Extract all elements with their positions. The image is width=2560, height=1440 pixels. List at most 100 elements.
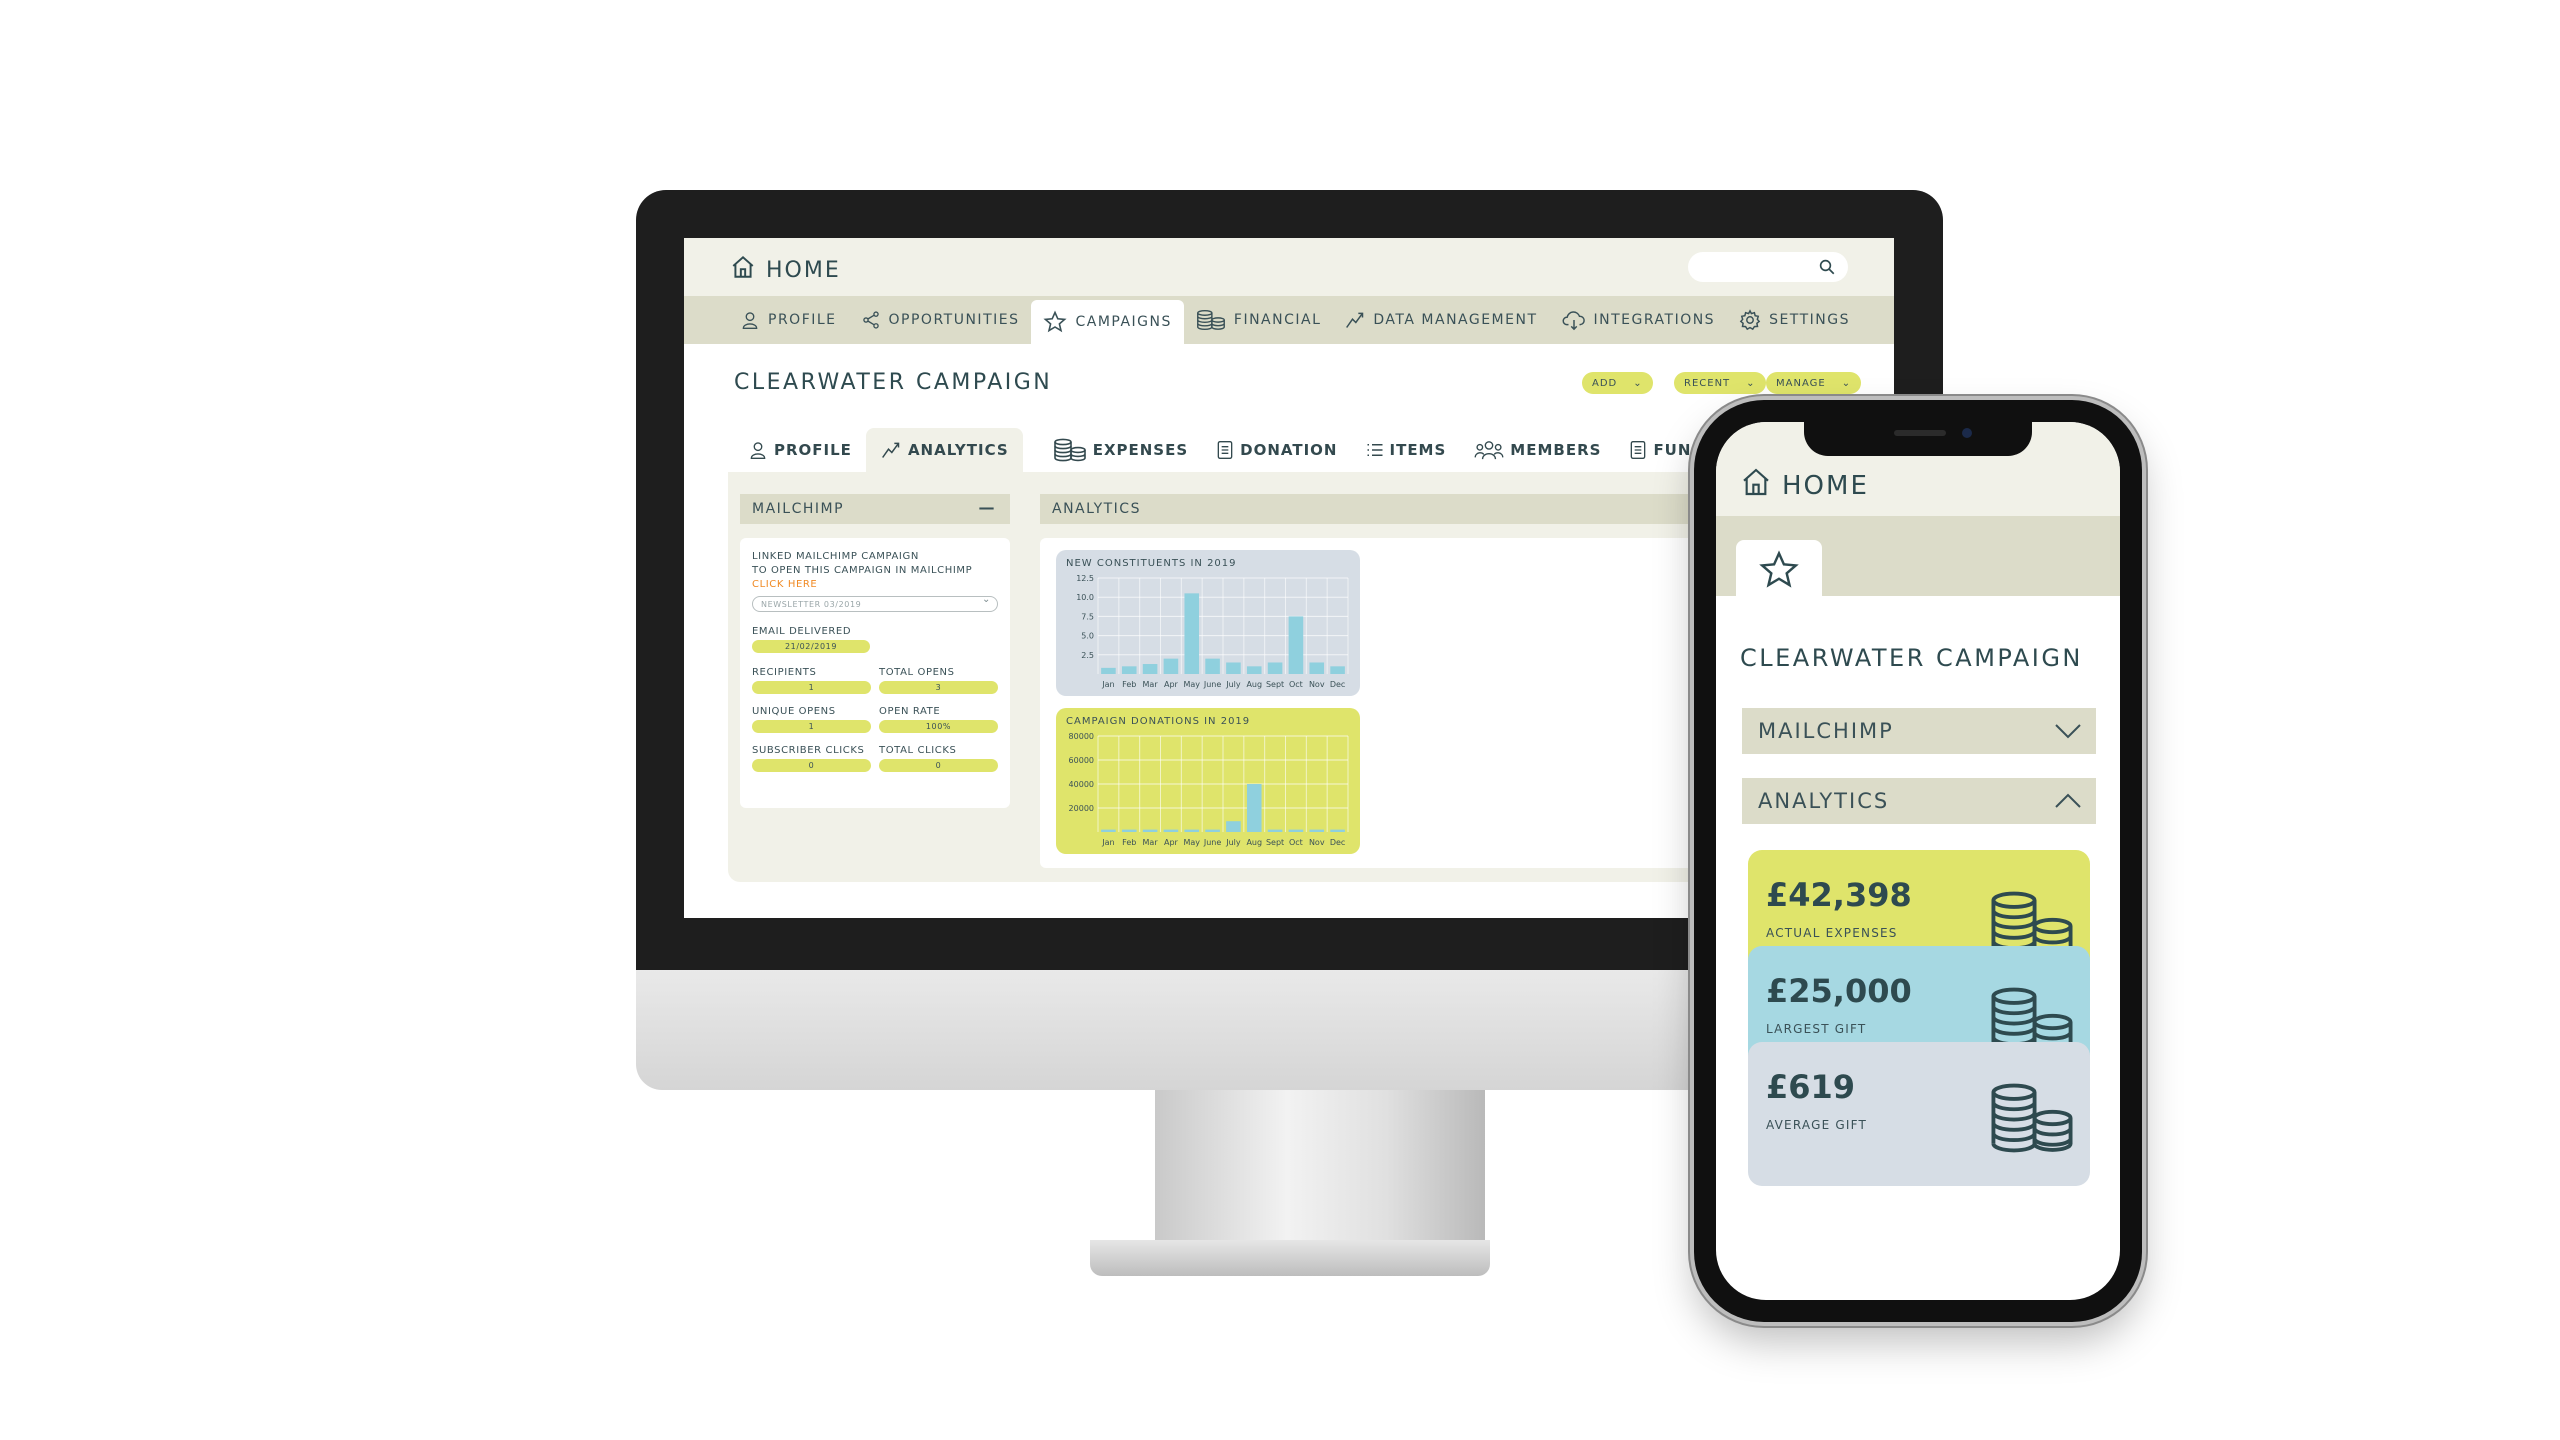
stat-open-rate: OPEN RATE 100% — [879, 696, 998, 733]
manage-dropdown[interactable]: MANAGE ⌄ — [1766, 372, 1862, 394]
tab-donation[interactable]: DONATION — [1202, 428, 1351, 472]
nav-integrations[interactable]: INTEGRATIONS — [1550, 296, 1728, 344]
stat-unique-opens: UNIQUE OPENS 1 — [752, 696, 871, 733]
trend-icon — [881, 442, 900, 458]
imac-device: HOME PROFILE OPPORTUNITIES CAMPAIGNS FIN… — [0, 0, 2560, 1440]
stat-value: 100% — [879, 720, 998, 733]
nav-profile[interactable]: PROFILE — [728, 296, 849, 344]
bar — [1288, 616, 1304, 674]
bar — [1163, 829, 1179, 832]
home-icon — [730, 254, 756, 286]
bar — [1330, 666, 1345, 674]
mobile-tab-campaigns[interactable] — [1736, 540, 1822, 600]
home-icon — [1740, 466, 1772, 505]
mobile-stat-card: £619 AVERAGE GIFT — [1748, 1042, 2090, 1186]
stat-label: TOTAL CLICKS — [879, 745, 957, 756]
coins-icon — [1991, 1083, 2073, 1153]
x-tick-label: Apr — [1164, 838, 1179, 847]
mailchimp-stats: RECIPIENTS 1 TOTAL OPENS 3 UNIQUE OPENS 1 O… — [752, 657, 998, 772]
bar — [1267, 829, 1283, 832]
x-tick-label: Nov — [1309, 838, 1325, 847]
y-tick-label: 10.0 — [1076, 593, 1094, 602]
collapse-icon[interactable]: — — [979, 498, 997, 517]
tab-profile[interactable]: PROFILE — [734, 428, 866, 472]
nav-data-management[interactable]: DATA MANAGEMENT — [1333, 296, 1549, 344]
mobile-accordion-mailchimp[interactable]: MAILCHIMP — [1742, 708, 2096, 754]
accordion-label: ANALYTICS — [1758, 789, 1890, 813]
x-tick-label: Nov — [1309, 680, 1325, 689]
chart-title: CAMPAIGN DONATIONS IN 2019 — [1066, 716, 1251, 727]
bar — [1267, 662, 1283, 674]
email-delivered-label: EMAIL DELIVERED — [752, 626, 852, 637]
bar — [1309, 662, 1325, 674]
home-link[interactable]: HOME — [730, 254, 841, 286]
nav-settings[interactable]: SETTINGS — [1727, 296, 1862, 344]
y-tick-label: 60000 — [1069, 756, 1094, 765]
x-tick-label: Jan — [1101, 838, 1114, 847]
chevron-up-icon — [2055, 793, 2081, 808]
list-icon — [1367, 444, 1382, 456]
campaign-select-value: NEWSLETTER 03/2019 — [761, 599, 862, 609]
click-here-link[interactable]: CLICK HERE — [752, 578, 998, 592]
stat-value: 0 — [752, 759, 871, 772]
y-tick-label: 5.0 — [1081, 632, 1094, 641]
campaign-donations-chart: CAMPAIGN DONATIONS IN 2019 80000 60000 400… — [1056, 708, 1360, 854]
desktop-header: HOME — [684, 238, 1894, 296]
search-input[interactable] — [1688, 252, 1848, 282]
x-tick-label: Oct — [1289, 680, 1303, 689]
nav-label: DATA MANAGEMENT — [1373, 312, 1538, 328]
nav-opportunities[interactable]: OPPORTUNITIES — [849, 296, 1032, 344]
stat-label: OPEN RATE — [879, 706, 941, 717]
bar — [1246, 666, 1262, 674]
x-tick-label: June — [1203, 838, 1222, 847]
tab-label: ITEMS — [1389, 441, 1447, 459]
mailchimp-panel-header[interactable]: MAILCHIMP — — [740, 494, 1010, 524]
x-tick-label: Mar — [1143, 680, 1159, 689]
recent-label: RECENT — [1684, 377, 1731, 389]
nav-label: CAMPAIGNS — [1075, 314, 1172, 330]
x-tick-label: Dec — [1330, 838, 1345, 847]
tab-members[interactable]: MEMBERS — [1460, 428, 1615, 472]
new-constituents-chart: NEW CONSTITUENTS IN 2019 12.5 10.0 7.5 5.0 2… — [1056, 550, 1360, 696]
bar — [1142, 829, 1158, 832]
x-tick-label: June — [1203, 680, 1222, 689]
recent-dropdown[interactable]: RECENT ⌄ — [1674, 372, 1766, 394]
x-tick-label: Dec — [1330, 680, 1345, 689]
tab-label: DONATION — [1240, 441, 1338, 459]
manage-label: MANAGE — [1776, 377, 1826, 389]
tab-items[interactable]: ITEMS — [1352, 428, 1461, 472]
mailchimp-card: LINKED MAILCHIMP CAMPAIGN TO OPEN THIS C… — [740, 538, 1010, 808]
gear-icon — [1739, 309, 1761, 331]
bar — [1163, 658, 1179, 674]
stat-recipients: RECIPIENTS 1 — [752, 657, 871, 694]
accordion-label: MAILCHIMP — [1758, 719, 1894, 743]
camera — [1962, 428, 1972, 438]
tab-label: PROFILE — [774, 441, 852, 459]
bar — [1246, 784, 1262, 832]
tab-expenses[interactable]: EXPENSES — [1039, 428, 1202, 472]
iphone-device: HOME CLEARWATER CAMPAIGN MAILCHIMP ANALY… — [1694, 400, 2142, 1322]
nav-financial[interactable]: FINANCIAL — [1184, 296, 1334, 344]
monitor-foot — [1090, 1240, 1490, 1276]
bar — [1121, 829, 1137, 832]
x-tick-label: Mar — [1143, 838, 1159, 847]
stat-label: RECIPIENTS — [752, 667, 817, 678]
star-icon — [1759, 550, 1799, 588]
bar — [1205, 658, 1220, 674]
campaign-select[interactable]: NEWSLETTER 03/2019 — [752, 594, 998, 612]
mobile-accordion-analytics[interactable]: ANALYTICS — [1742, 778, 2096, 824]
mobile-home-link[interactable]: HOME — [1740, 466, 1869, 505]
page-title: CLEARWATER CAMPAIGN — [734, 370, 1053, 395]
coins-icon — [1053, 438, 1086, 462]
x-tick-label: May — [1183, 838, 1200, 847]
x-tick-label: July — [1225, 838, 1241, 847]
x-tick-label: Sept — [1266, 680, 1284, 689]
tab-analytics[interactable]: ANALYTICS — [865, 428, 1023, 472]
bar — [1205, 829, 1220, 832]
chart-plot: 12.5 10.0 7.5 5.0 2.5 Jan Feb Mar Apr May June July… — [1076, 574, 1349, 689]
add-dropdown[interactable]: ADD ⌄ — [1582, 372, 1653, 394]
x-tick-label: Aug — [1246, 680, 1262, 689]
nav-campaigns[interactable]: CAMPAIGNS — [1031, 300, 1184, 344]
search-icon — [1819, 259, 1835, 275]
cloud-icon — [1562, 311, 1585, 331]
